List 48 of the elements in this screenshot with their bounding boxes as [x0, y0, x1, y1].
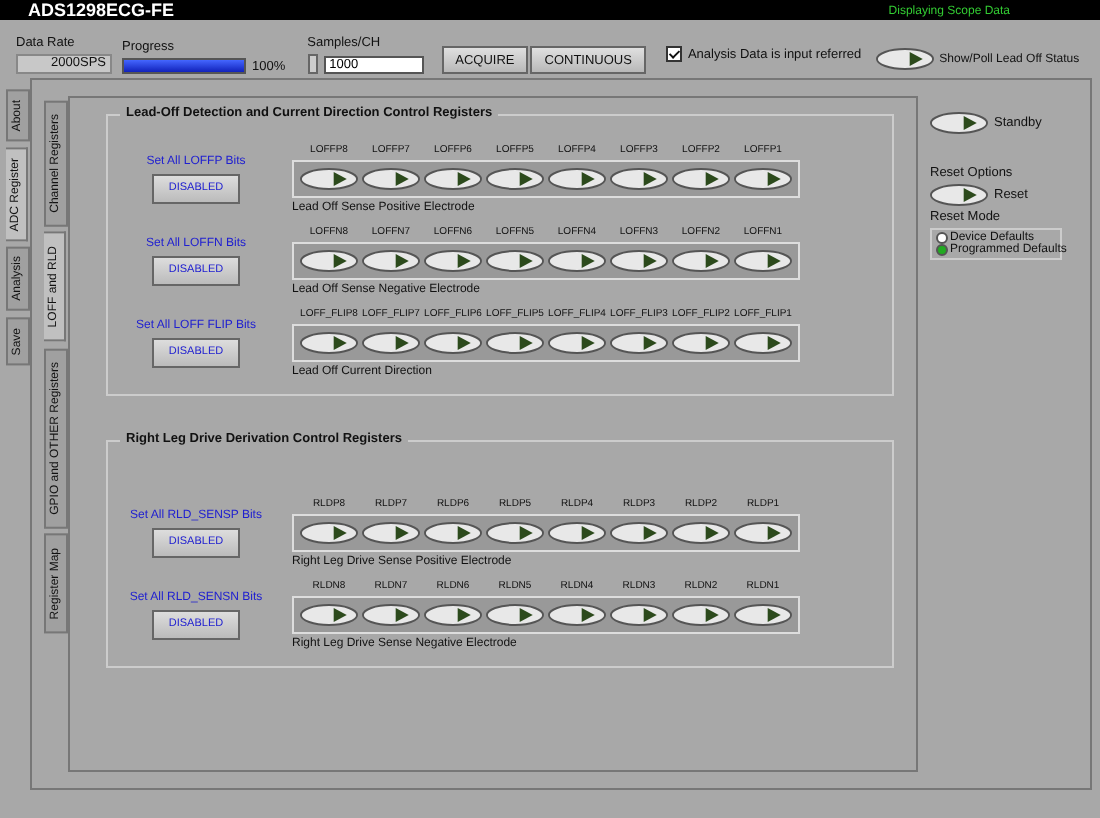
toggle-switch[interactable] [734, 168, 792, 190]
toggle-switch[interactable] [548, 604, 606, 626]
toggle-switch[interactable] [734, 604, 792, 626]
toggle-switch[interactable] [300, 604, 358, 626]
toggle-switch[interactable] [362, 522, 420, 544]
toggle-switch[interactable] [300, 168, 358, 190]
radio-button[interactable] [936, 244, 948, 256]
toggle-switch[interactable] [486, 332, 544, 354]
toggle-switch[interactable] [548, 522, 606, 544]
toggle-switch[interactable] [362, 250, 420, 272]
toggle-switch[interactable] [486, 604, 544, 626]
toggle-switch[interactable] [875, 48, 934, 70]
toggle-switch[interactable] [300, 250, 358, 272]
toggle-switch[interactable] [672, 522, 730, 544]
window-title: ADS1298ECG-FE [28, 0, 175, 20]
toggle-switch[interactable] [424, 250, 482, 272]
toggle-switch[interactable] [930, 184, 988, 206]
radio-button[interactable] [936, 232, 948, 244]
toggle-switch[interactable] [362, 604, 420, 626]
toggle-switch[interactable] [486, 250, 544, 272]
toggle-switch[interactable] [548, 332, 606, 354]
toggle-switch[interactable] [424, 332, 482, 354]
toggle-switch[interactable] [930, 112, 988, 134]
toggle-switch[interactable] [734, 250, 792, 272]
toggle-switch[interactable] [672, 604, 730, 626]
toggle-switch[interactable] [610, 250, 668, 272]
toggle-switch[interactable] [362, 332, 420, 354]
toggle-switch[interactable] [734, 522, 792, 544]
toggle-switch[interactable] [672, 250, 730, 272]
toggle-switch[interactable] [362, 168, 420, 190]
toggle-switch[interactable] [548, 250, 606, 272]
toggle-switch[interactable] [610, 522, 668, 544]
toggle-switch[interactable] [548, 168, 606, 190]
toggle-switch[interactable] [424, 604, 482, 626]
toggle-switch[interactable] [734, 332, 792, 354]
toggle-switch[interactable] [610, 168, 668, 190]
toggle-switch[interactable] [300, 522, 358, 544]
toggle-switch[interactable] [672, 332, 730, 354]
toggle-switch[interactable] [300, 332, 358, 354]
toggle-switch[interactable] [424, 522, 482, 544]
toggle-switch[interactable] [424, 168, 482, 190]
checkbox[interactable] [665, 46, 682, 62]
toggle-switch[interactable] [610, 332, 668, 354]
toggle-switch[interactable] [672, 168, 730, 190]
toggle-switch[interactable] [486, 522, 544, 544]
toggle-switch[interactable] [486, 168, 544, 190]
spinner-icon[interactable] [307, 54, 318, 74]
toggle-switch[interactable] [610, 604, 668, 626]
